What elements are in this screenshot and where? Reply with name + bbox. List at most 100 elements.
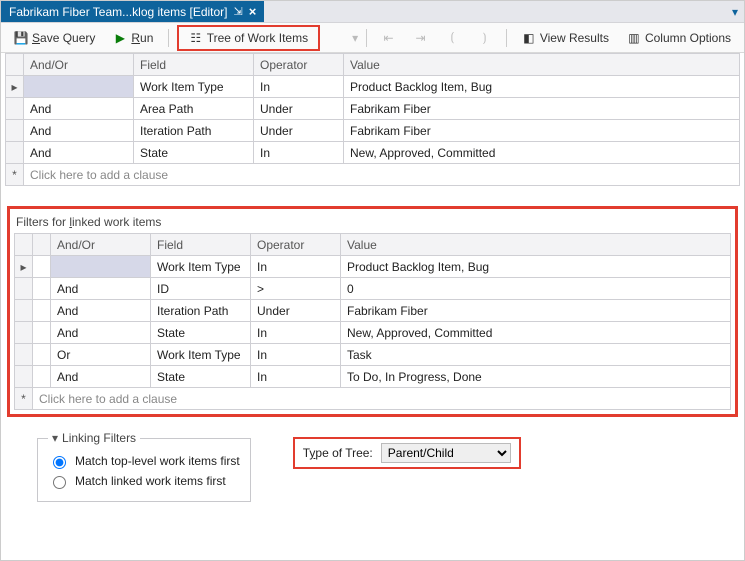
cell-andor[interactable] [51,256,151,278]
main-query-area: And/Or Field Operator Value ▸Work Item T… [1,53,744,192]
query-header-row: And/Or Field Operator Value [6,54,740,76]
cell-value[interactable]: To Do, In Progress, Done [341,366,731,388]
row-marker [15,344,33,366]
row-marker [6,98,24,120]
cell-andor[interactable]: And [24,120,134,142]
cell-field[interactable]: Area Path [134,98,254,120]
cell-field[interactable]: Iteration Path [151,300,251,322]
dropdown-glyph[interactable]: ▾ [352,31,358,45]
query-row[interactable]: AndStateInTo Do, In Progress, Done [15,366,731,388]
cell-value[interactable]: 0 [341,278,731,300]
cell-operator[interactable]: In [254,76,344,98]
cell-andor[interactable]: And [51,278,151,300]
row-marker [15,300,33,322]
add-clause-row[interactable]: * Click here to add a clause [6,164,740,186]
match-linked-option[interactable]: Match linked work items first [48,471,240,491]
cell-field[interactable]: Work Item Type [151,344,251,366]
group-button-2[interactable]: ⟯ [470,28,498,48]
close-icon[interactable]: × [249,4,257,19]
tab-title: Fabrikam Fiber Team...klog items [Editor… [9,5,228,19]
cell-operator[interactable]: Under [254,120,344,142]
cell-field[interactable]: Work Item Type [134,76,254,98]
query-row[interactable]: AndStateInNew, Approved, Committed [6,142,740,164]
cell-field[interactable]: State [134,142,254,164]
query-row[interactable]: OrWork Item TypeInTask [15,344,731,366]
cell-value[interactable]: New, Approved, Committed [341,322,731,344]
rowhead-blank [6,54,24,76]
run-button[interactable]: ▶ Run [106,28,160,48]
query-row[interactable]: AndArea PathUnderFabrikam Fiber [6,98,740,120]
query-row[interactable]: AndID>0 [15,278,731,300]
tree-of-work-items-button[interactable]: ☷ Tree of Work Items [182,28,315,48]
query-row[interactable]: ▸ Work Item TypeInProduct Backlog Item, B… [15,256,731,278]
cell-field[interactable]: Work Item Type [151,256,251,278]
tree-icon: ☷ [189,31,203,45]
cell-andor[interactable] [24,76,134,98]
match-top-level-radio[interactable] [53,456,66,469]
cell-andor[interactable]: And [51,300,151,322]
cell-value[interactable]: Task [341,344,731,366]
cell-value[interactable]: Fabrikam Fiber [344,120,740,142]
row-indent [33,366,51,388]
cell-value[interactable]: Fabrikam Fiber [344,98,740,120]
view-results-button[interactable]: ◧ View Results [515,28,616,48]
row-indent [33,278,51,300]
cell-operator[interactable]: > [251,278,341,300]
add-clause-text[interactable]: Click here to add a clause [24,164,740,186]
add-clause-row[interactable]: * Click here to add a clause [15,388,731,410]
query-row[interactable]: AndIteration PathUnderFabrikam Fiber [6,120,740,142]
cell-operator[interactable]: In [251,256,341,278]
indent-button-1[interactable]: ⇤ [374,28,402,48]
play-icon: ▶ [113,31,127,45]
indent-button-2[interactable]: ⇥ [406,28,434,48]
cell-andor[interactable]: And [24,98,134,120]
toolbar: 💾 Save Query ▶ Run ☷ Tree of Work Items … [1,23,744,53]
results-icon: ◧ [522,31,536,45]
cell-field[interactable]: State [151,322,251,344]
cell-operator[interactable]: Under [251,300,341,322]
match-linked-radio[interactable] [53,476,66,489]
cell-operator[interactable]: In [251,322,341,344]
cell-operator[interactable]: In [251,366,341,388]
cell-andor[interactable]: And [51,322,151,344]
save-icon: 💾 [14,31,28,45]
cell-value[interactable]: Product Backlog Item, Bug [341,256,731,278]
cell-value[interactable]: Fabrikam Fiber [341,300,731,322]
columns-icon: ▥ [627,31,641,45]
header-field: Field [134,54,254,76]
cell-field[interactable]: Iteration Path [134,120,254,142]
editor-tab[interactable]: Fabrikam Fiber Team...klog items [Editor… [1,1,264,22]
match-top-level-option[interactable]: Match top-level work items first [48,451,240,471]
header-value: Value [341,234,731,256]
query-type-highlight: ☷ Tree of Work Items [177,25,320,51]
cell-andor[interactable]: Or [51,344,151,366]
query-row[interactable]: AndIteration PathUnderFabrikam Fiber [15,300,731,322]
cell-andor[interactable]: And [51,366,151,388]
type-of-tree-select[interactable]: Parent/Child [381,443,511,463]
cell-operator[interactable]: In [251,344,341,366]
dropdown-icon[interactable]: ▾ [732,5,738,19]
cell-operator[interactable]: Under [254,98,344,120]
cell-value[interactable]: New, Approved, Committed [344,142,740,164]
type-of-tree-highlight: Type of Tree: Parent/Child [293,437,521,469]
cell-operator[interactable]: In [254,142,344,164]
query-row[interactable]: ▸Work Item TypeInProduct Backlog Item, B… [6,76,740,98]
view-results-label: View Results [540,31,609,45]
query-row[interactable]: AndStateInNew, Approved, Committed [15,322,731,344]
cell-field[interactable]: ID [151,278,251,300]
save-query-button[interactable]: 💾 Save Query [7,28,102,48]
cell-value[interactable]: Product Backlog Item, Bug [344,76,740,98]
header-operator: Operator [251,234,341,256]
add-clause-text[interactable]: Click here to add a clause [33,388,731,410]
header-field: Field [151,234,251,256]
group-button-1[interactable]: ⟮ [438,28,466,48]
linking-filters-legend: Linking Filters [48,431,140,445]
cell-field[interactable]: State [151,366,251,388]
row-marker: ▸ [15,256,33,278]
pin-icon[interactable]: ⇲ [234,5,243,18]
row-marker [15,278,33,300]
linking-filters-fieldset: Linking Filters Match top-level work ite… [37,431,251,502]
column-options-button[interactable]: ▥ Column Options [620,28,738,48]
cell-andor[interactable]: And [24,142,134,164]
linked-filters-box: Filters for linked work items And/Or Fie… [7,206,738,417]
